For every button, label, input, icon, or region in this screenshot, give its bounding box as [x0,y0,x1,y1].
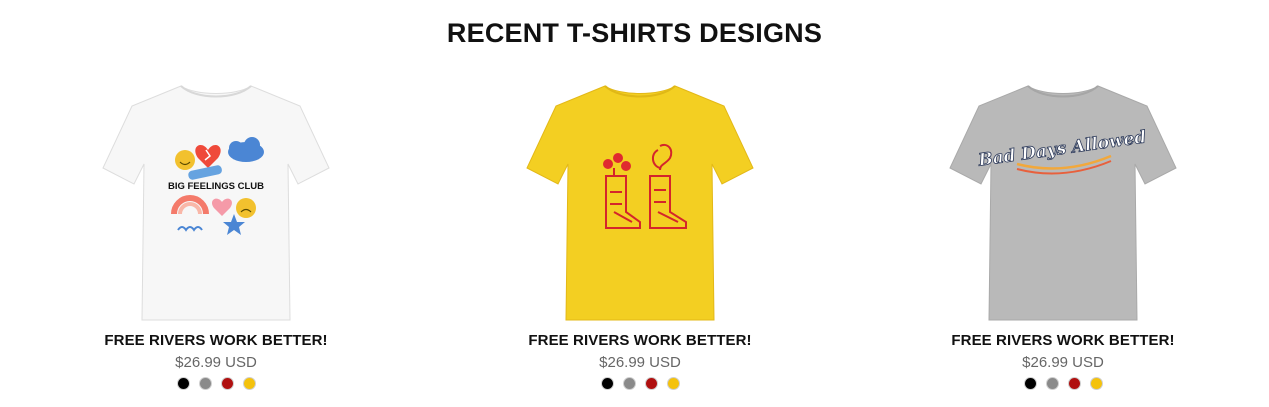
product-name[interactable]: FREE RIVERS WORK BETTER! [510,332,770,349]
color-swatch-gray[interactable] [622,377,636,390]
color-swatch-black[interactable] [600,377,614,390]
product-card[interactable]: FREE RIVERS WORK BETTER! $26.99 USD [510,72,770,390]
color-swatch-gray[interactable] [198,377,212,390]
tshirt-image[interactable] [510,72,770,327]
product-price: $26.99 USD [175,354,257,371]
product-name[interactable]: FREE RIVERS WORK BETTER! [86,332,346,349]
recent-designs-section: RECENT T-SHIRTS DESIGNS BIG FEELINGS CLU… [0,0,1269,407]
color-swatch-gray[interactable] [1045,377,1059,390]
color-swatches [86,377,346,390]
product-price: $26.99 USD [599,354,681,371]
tshirt-image[interactable]: BIG FEELINGS CLUB [86,72,346,327]
product-name[interactable]: FREE RIVERS WORK BETTER! [933,332,1193,349]
product-price: $26.99 USD [1022,354,1104,371]
color-swatch-yellow[interactable] [242,377,256,390]
color-swatches [933,377,1193,390]
color-swatch-red[interactable] [220,377,234,390]
product-card[interactable]: Bad Days Allowed FREE RIVERS WORK BETTER… [933,72,1193,390]
tshirt-body [526,85,754,321]
product-card[interactable]: BIG FEELINGS CLUB FREE RIVERS WORK BETTE… [86,72,346,390]
color-swatch-yellow[interactable] [666,377,680,390]
graphic-text: BIG FEELINGS CLUB [168,181,264,192]
tshirt-body [949,85,1177,321]
color-swatch-black[interactable] [176,377,190,390]
color-swatch-black[interactable] [1023,377,1037,390]
color-swatch-yellow[interactable] [1089,377,1103,390]
tshirt-image[interactable]: Bad Days Allowed [933,72,1193,327]
section-title: RECENT T-SHIRTS DESIGNS [446,18,823,48]
color-swatch-red[interactable] [1067,377,1081,390]
color-swatch-red[interactable] [644,377,658,390]
color-swatches [510,377,770,390]
